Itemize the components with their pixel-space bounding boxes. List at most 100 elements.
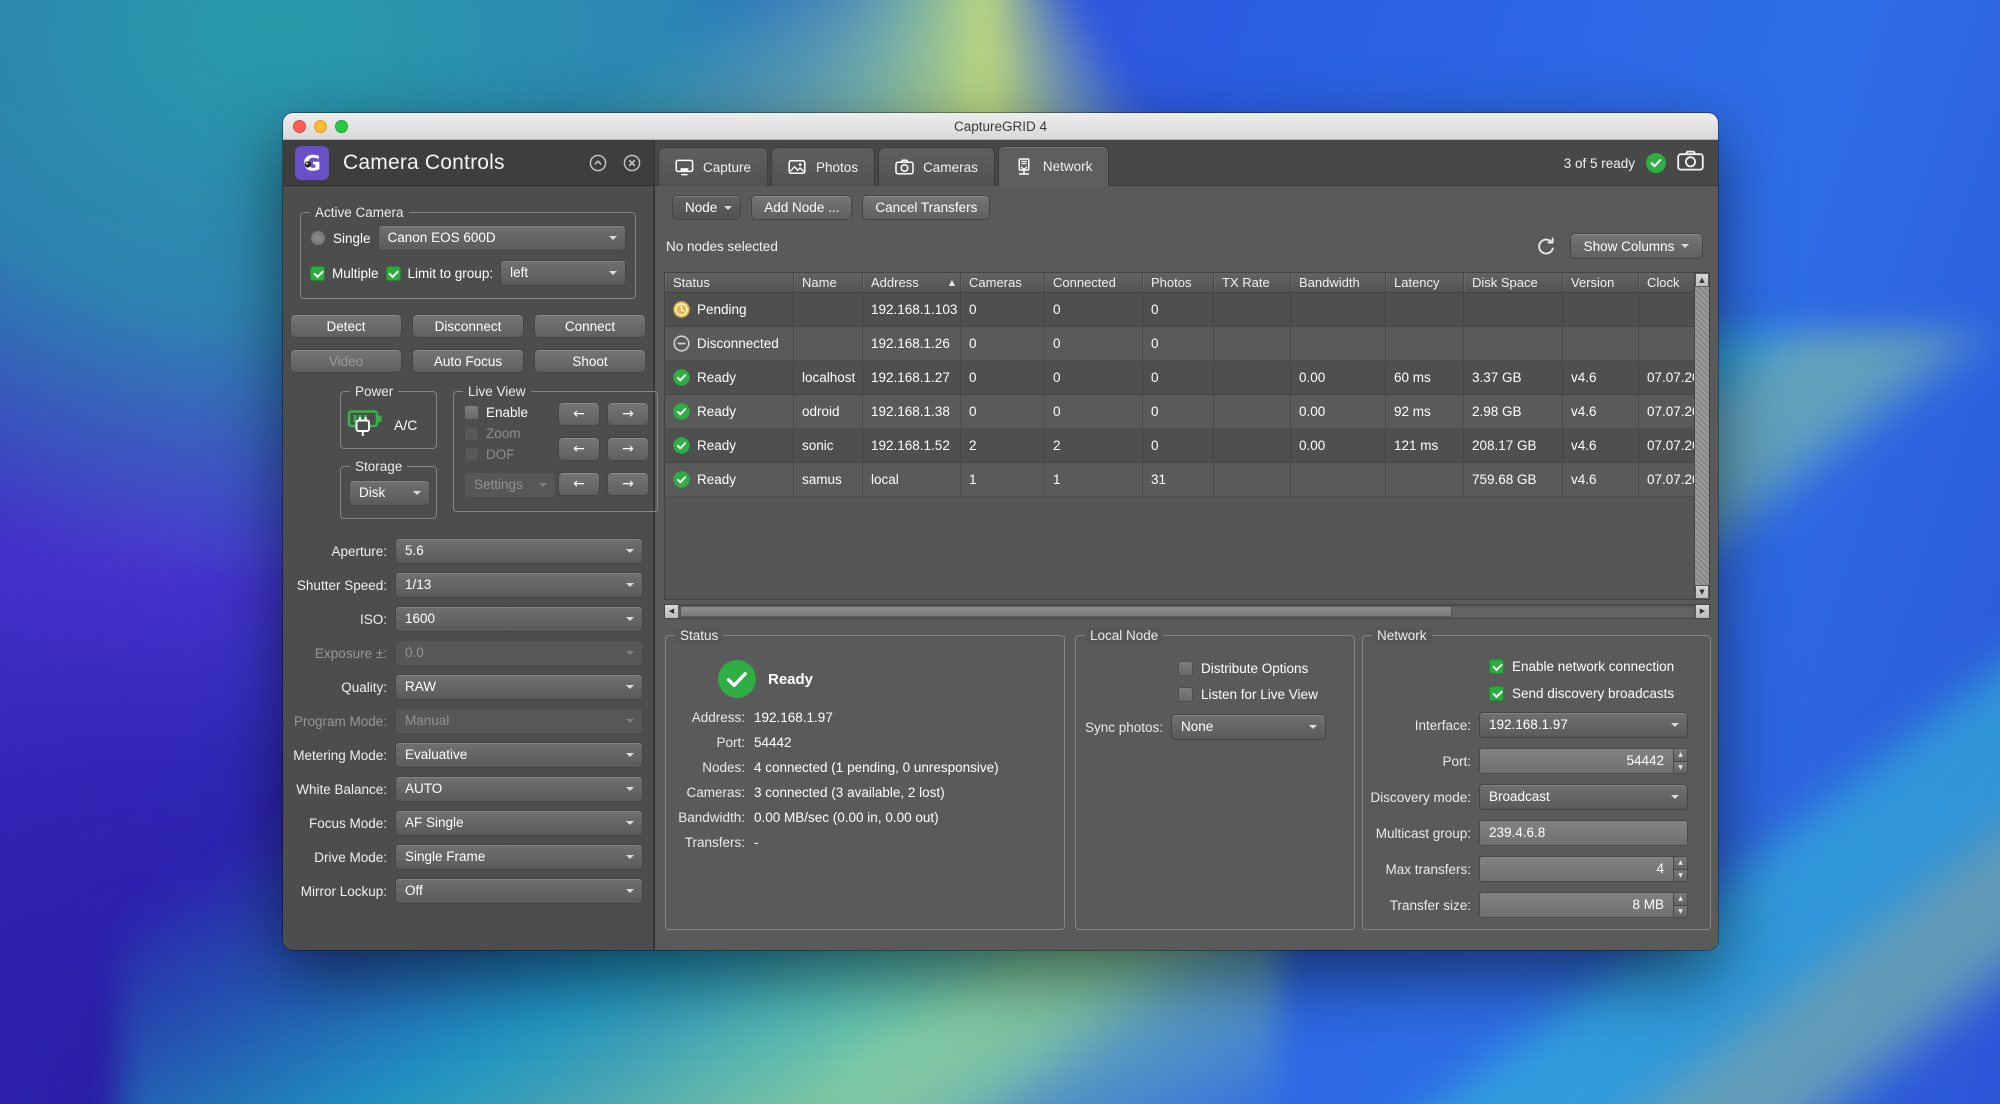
- multicast-group-field[interactable]: 239.4.6.8: [1479, 820, 1688, 846]
- port-stepper[interactable]: 54442▲▼: [1479, 748, 1688, 774]
- mirror-lockup-select[interactable]: Off: [395, 878, 643, 904]
- storage-select[interactable]: Disk: [349, 480, 430, 506]
- detect-button[interactable]: Detect: [290, 314, 402, 338]
- column-header-photos[interactable]: Photos: [1143, 273, 1214, 292]
- focus-far-medium-button[interactable]: ←: [558, 437, 600, 461]
- tab-bar: CapturePhotosCamerasNetwork: [658, 146, 1109, 185]
- horizontal-scrollbar[interactable]: ◀ ▶: [664, 604, 1710, 619]
- metering-mode-select[interactable]: Evaluative: [395, 742, 643, 768]
- column-header-cameras[interactable]: Cameras: [961, 273, 1045, 292]
- scroll-right-icon[interactable]: ▶: [1695, 605, 1709, 618]
- enable-network-checkbox[interactable]: [1489, 659, 1504, 674]
- transfer-size-stepper[interactable]: 8 MB▲▼: [1479, 892, 1688, 918]
- scroll-up-icon[interactable]: ▲: [1695, 273, 1709, 287]
- table-row[interactable]: Readysamuslocal1131759.68 GBv4.607.07.20: [665, 463, 1709, 497]
- add-node-button[interactable]: Add Node ...: [751, 195, 852, 220]
- vertical-scrollbar[interactable]: ▲ ▼: [1694, 273, 1709, 599]
- refresh-icon[interactable]: [1534, 235, 1556, 257]
- decrement-icon[interactable]: ▼: [1674, 905, 1688, 919]
- focus-mode-select[interactable]: AF Single: [395, 810, 643, 836]
- tab-capture[interactable]: Capture: [658, 147, 768, 186]
- scroll-left-icon[interactable]: ◀: [665, 605, 679, 618]
- column-header-bandwidth[interactable]: Bandwidth: [1291, 273, 1386, 292]
- live-view-enable-checkbox[interactable]: [464, 405, 479, 420]
- column-header-connected[interactable]: Connected: [1045, 273, 1143, 292]
- iso-select[interactable]: 1600: [395, 606, 643, 632]
- decrement-icon[interactable]: ▼: [1674, 761, 1688, 775]
- decrement-icon[interactable]: ▼: [1674, 869, 1688, 883]
- column-header-status[interactable]: Status: [665, 273, 794, 292]
- storage-group: Storage Disk: [340, 466, 437, 519]
- focus-near-small-button[interactable]: →: [607, 402, 649, 426]
- shutter-speed-select[interactable]: 1/13: [395, 572, 643, 598]
- cell-name: odroid: [794, 395, 863, 429]
- setting-row-program-mode: Program Mode:Manual: [293, 708, 643, 734]
- camera-status-icon[interactable]: [1677, 150, 1704, 176]
- collapse-panel-icon[interactable]: [589, 154, 607, 172]
- send-broadcasts-checkbox[interactable]: [1489, 686, 1504, 701]
- table-row[interactable]: Readylocalhost192.168.1.270000.0060 ms3.…: [665, 361, 1709, 395]
- column-header-name[interactable]: Name: [794, 273, 863, 292]
- setting-label: White Balance:: [293, 782, 395, 797]
- discovery-mode-select[interactable]: Broadcast: [1479, 784, 1688, 810]
- scroll-down-icon[interactable]: ▼: [1695, 585, 1709, 599]
- interface-select[interactable]: 192.168.1.97: [1479, 712, 1688, 738]
- status-ready-icon: [718, 660, 756, 698]
- column-header-disk-space[interactable]: Disk Space: [1464, 273, 1563, 292]
- column-header-clock[interactable]: Clock: [1639, 273, 1696, 292]
- cell-name: localhost: [794, 361, 863, 395]
- limit-to-group-checkbox[interactable]: [386, 266, 401, 281]
- disconnect-button[interactable]: Disconnect: [412, 314, 524, 338]
- table-row[interactable]: Readyodroid192.168.1.380000.0092 ms2.98 …: [665, 395, 1709, 429]
- tab-photos[interactable]: Photos: [771, 147, 875, 186]
- status-ready-icon: [673, 403, 690, 420]
- tab-cameras[interactable]: Cameras: [878, 147, 995, 186]
- cancel-transfers-button[interactable]: Cancel Transfers: [862, 195, 990, 220]
- single-radio[interactable]: [310, 230, 326, 246]
- white-balance-select[interactable]: AUTO: [395, 776, 643, 802]
- cell-clock: 07.07.20: [1639, 395, 1696, 429]
- status-ready-icon: [673, 437, 690, 454]
- increment-icon[interactable]: ▲: [1674, 856, 1688, 869]
- tab-network[interactable]: Network: [998, 146, 1110, 186]
- close-panel-icon[interactable]: [623, 154, 641, 172]
- shoot-button[interactable]: Shoot: [534, 349, 646, 373]
- connect-button[interactable]: Connect: [534, 314, 646, 338]
- focus-far-small-button[interactable]: ←: [558, 402, 600, 426]
- column-header-version[interactable]: Version: [1563, 273, 1639, 292]
- auto-focus-button[interactable]: Auto Focus: [412, 349, 524, 373]
- column-header-address[interactable]: Address▲: [863, 273, 961, 292]
- quality-select[interactable]: RAW: [395, 674, 643, 700]
- camera-model-select[interactable]: Canon EOS 600D: [378, 225, 626, 251]
- horizontal-scroll-track[interactable]: [679, 605, 1695, 618]
- titlebar[interactable]: CaptureGRID 4: [283, 113, 1718, 140]
- focus-near-medium-button[interactable]: →: [607, 437, 649, 461]
- table-row[interactable]: Readysonic192.168.1.522200.00121 ms208.1…: [665, 429, 1709, 463]
- setting-row-shutter-speed: Shutter Speed:1/13: [293, 572, 643, 598]
- table-row[interactable]: Pending192.168.1.103000: [665, 293, 1709, 327]
- cell-name: [794, 327, 863, 361]
- aperture-select[interactable]: 5.6: [395, 538, 643, 564]
- camera-controls-header: G Camera Controls: [283, 140, 653, 186]
- multiple-checkbox[interactable]: [310, 266, 325, 281]
- group-select[interactable]: left: [500, 260, 626, 286]
- column-header-tx-rate[interactable]: TX Rate: [1214, 273, 1291, 292]
- cell-bandwidth: 0.00: [1291, 361, 1386, 395]
- increment-icon[interactable]: ▲: [1674, 748, 1688, 761]
- show-columns-button[interactable]: Show Columns: [1570, 233, 1703, 259]
- horizontal-scroll-thumb[interactable]: [680, 606, 1452, 617]
- node-menu-button[interactable]: Node: [672, 195, 741, 220]
- live-view-dof-checkbox: [464, 447, 479, 462]
- increment-icon[interactable]: ▲: [1674, 892, 1688, 905]
- listen-live-view-checkbox[interactable]: [1178, 687, 1193, 702]
- sync-photos-select[interactable]: None: [1171, 714, 1326, 740]
- focus-near-large-button[interactable]: →: [607, 472, 649, 496]
- max-transfers-stepper[interactable]: 4▲▼: [1479, 856, 1688, 882]
- drive-mode-select[interactable]: Single Frame: [395, 844, 643, 870]
- distribute-options-checkbox[interactable]: [1178, 661, 1193, 676]
- column-header-latency[interactable]: Latency: [1386, 273, 1464, 292]
- table-row[interactable]: Disconnected192.168.1.26000: [665, 327, 1709, 361]
- status-row-value: 3 connected (3 available, 2 lost): [754, 783, 945, 803]
- cell-version: [1563, 293, 1639, 327]
- focus-far-large-button[interactable]: ←: [558, 472, 600, 496]
